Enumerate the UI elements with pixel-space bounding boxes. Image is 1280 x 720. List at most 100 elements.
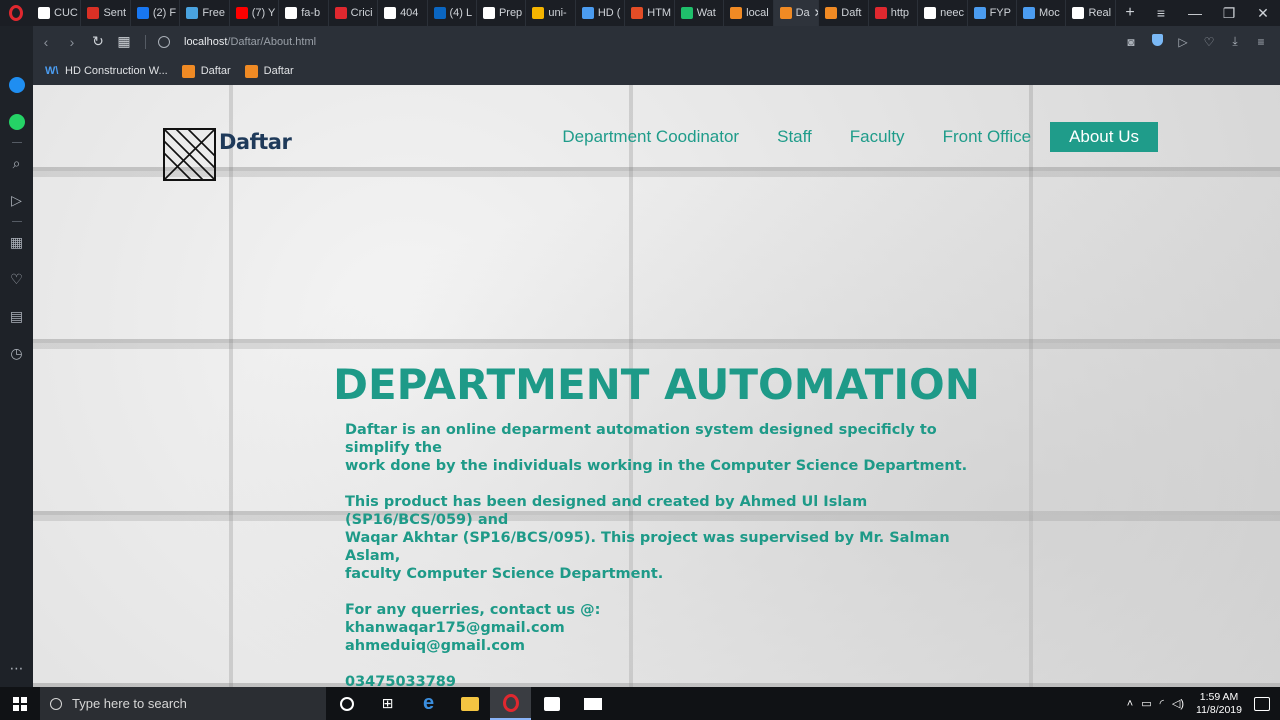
nav-department-coordinator[interactable]: Department Coodinator (543, 122, 758, 152)
url-field[interactable]: localhost/Daftar/About.html (154, 35, 1124, 48)
taskbar-search[interactable]: Type here to search (40, 687, 326, 720)
camera-icon[interactable]: ◙ (1124, 35, 1138, 49)
window-controls: ≡ — ❐ ✕ (1144, 0, 1280, 26)
tab-label: (4) L (449, 7, 473, 19)
opera-app[interactable] (490, 687, 531, 720)
tab-favicon-icon (1072, 7, 1085, 19)
tab-favicon-icon (532, 7, 545, 19)
bookmark-item[interactable]: Daftar (244, 64, 294, 78)
tab-label: CUC (54, 7, 78, 19)
tab-grid-icon[interactable]: ▦ (111, 33, 137, 50)
tab-label: Da (795, 7, 810, 19)
forward-button[interactable]: › (59, 34, 85, 50)
browser-tab[interactable]: (2) F (131, 0, 181, 26)
edge-app[interactable]: e (408, 687, 449, 720)
store-app[interactable] (531, 687, 572, 720)
start-button[interactable] (0, 687, 40, 720)
browser-tab[interactable]: Daft (819, 0, 869, 26)
nav-about-us[interactable]: About Us (1050, 122, 1158, 152)
close-window-button[interactable]: ✕ (1246, 5, 1280, 22)
browser-tab[interactable]: Crici (329, 0, 379, 26)
text-line: work done by the individuals working in … (345, 458, 968, 474)
bookmarks-bar: W\ HD Construction W... Daftar Daftar (33, 57, 1280, 85)
messenger-icon[interactable] (0, 66, 33, 103)
restore-button[interactable]: ❐ (1212, 5, 1246, 22)
tab-favicon-icon (186, 7, 199, 19)
flow-icon[interactable]: ▷ (0, 182, 33, 219)
chevron-up-icon[interactable]: ˄ (1127, 698, 1133, 710)
vpn-shield-icon[interactable] (1150, 34, 1164, 49)
browser-tab[interactable]: http (869, 0, 919, 26)
search-placeholder: Type here to search (72, 696, 187, 711)
tab-favicon-icon (1023, 7, 1036, 19)
task-view-button[interactable]: ⊞ (367, 687, 408, 720)
browser-tab[interactable]: Real (1066, 0, 1116, 26)
tab-favicon-icon (38, 7, 50, 19)
speed-dial-icon[interactable]: ▦ (0, 224, 33, 261)
browser-tab[interactable]: FYP (968, 0, 1018, 26)
tab-label: uni- (548, 7, 567, 19)
reload-button[interactable]: ↻ (85, 33, 111, 50)
notification-icon[interactable] (1254, 696, 1270, 711)
text-line: faculty Computer Science Department. (345, 566, 664, 582)
tab-label: local (746, 7, 769, 19)
browser-tab[interactable]: (4) L (428, 0, 477, 26)
download-icon[interactable]: ⤓ (1228, 34, 1242, 49)
bookmark-label: Daftar (200, 65, 231, 77)
nav-front-office[interactable]: Front Office (924, 122, 1051, 152)
sidebar-more-icon[interactable]: ⋯ (0, 650, 33, 687)
bookmarks-heart-icon[interactable]: ♡ (0, 261, 33, 298)
battery-icon[interactable]: ▭ (1141, 697, 1151, 710)
clock[interactable]: 1:59 AM 11/8/2019 (1192, 691, 1246, 717)
send-icon[interactable]: ▷ (1176, 35, 1190, 49)
tab-favicon-icon (779, 7, 792, 19)
browser-tab[interactable]: Moc (1017, 0, 1067, 26)
browser-tab[interactable]: Prep (477, 0, 527, 26)
separator (145, 34, 146, 49)
contact-block: For any querries, contact us @: khanwaqa… (345, 601, 985, 655)
site-logo[interactable]: Daftar (163, 128, 292, 181)
minimize-button[interactable]: — (1178, 5, 1212, 21)
opera-menu-icon[interactable] (0, 0, 32, 26)
browser-tab[interactable]: CUC (32, 0, 82, 26)
browser-tab[interactable]: local (724, 0, 774, 26)
browser-tab[interactable]: neec (918, 0, 968, 26)
bookmark-item[interactable]: Daftar (181, 64, 231, 78)
settings-icon[interactable]: ≡ (1254, 35, 1268, 49)
file-explorer-app[interactable] (449, 687, 490, 720)
tab-menu-icon[interactable]: ≡ (1144, 5, 1178, 21)
volume-icon[interactable]: ◁) (1172, 697, 1184, 710)
browser-tab[interactable]: fa-b (279, 0, 329, 26)
news-icon[interactable]: ▤ (0, 298, 33, 335)
history-icon[interactable]: ◷ (0, 335, 33, 372)
text-line: Daftar is an online deparment automation… (345, 422, 937, 456)
new-tab-button[interactable]: + (1116, 4, 1144, 22)
mail-app[interactable] (572, 687, 613, 720)
nav-staff[interactable]: Staff (758, 122, 831, 152)
active-tab[interactable]: Da✕ (773, 0, 820, 26)
browser-tab[interactable]: 404 (378, 0, 428, 26)
wifi-icon[interactable]: ◜ (1160, 697, 1164, 710)
cortana-button[interactable] (326, 687, 367, 720)
tab-favicon-icon (482, 7, 495, 19)
browser-tab[interactable]: HTM (625, 0, 675, 26)
back-button[interactable]: ‹ (33, 34, 59, 50)
tab-label: neec (940, 7, 964, 19)
browser-tab[interactable]: Free (180, 0, 230, 26)
browser-tab[interactable]: HD ( (576, 0, 626, 26)
browser-tab[interactable]: (7) Y (230, 0, 280, 26)
tab-label: http (890, 7, 910, 19)
clock-time: 1:59 AM (1199, 690, 1239, 703)
heart-icon[interactable]: ♡ (1202, 35, 1216, 49)
browser-tab[interactable]: uni- (526, 0, 576, 26)
browser-tab[interactable]: Wat (675, 0, 725, 26)
whatsapp-icon[interactable] (0, 103, 33, 140)
task-view-icon: ⊞ (381, 695, 394, 711)
url-path: /Daftar/About.html (227, 35, 317, 48)
tab-label: HTM (647, 7, 672, 19)
search-icon[interactable]: ⌕ (0, 145, 33, 182)
nav-faculty[interactable]: Faculty (831, 122, 924, 152)
browser-tab[interactable]: Sent (81, 0, 131, 26)
globe-icon (158, 35, 170, 48)
bookmark-item[interactable]: W\ HD Construction W... (45, 65, 168, 78)
